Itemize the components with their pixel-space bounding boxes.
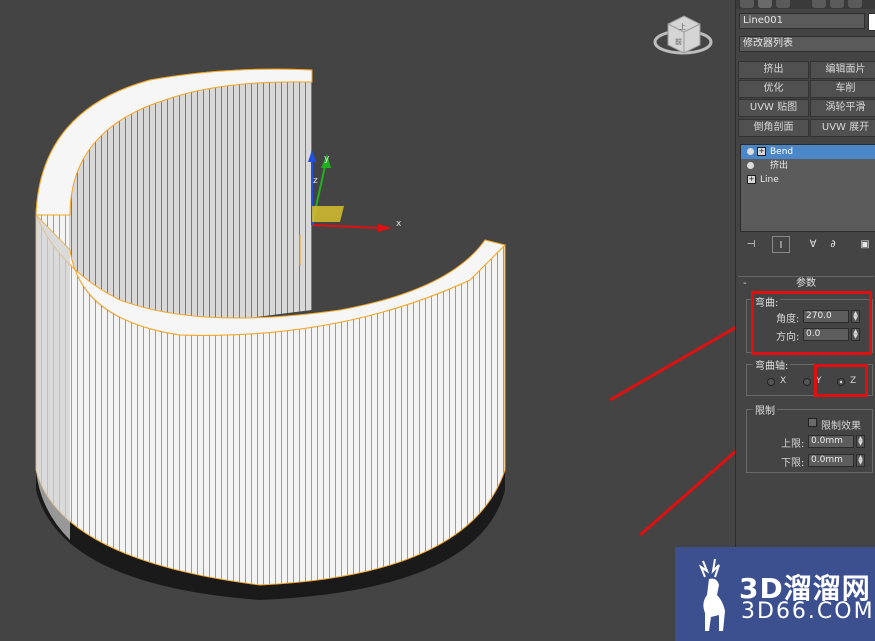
modifier-button-8[interactable]: UVW 展开	[810, 119, 875, 137]
stack-item-label: Line	[760, 175, 779, 185]
modifier-button-1[interactable]: 挤出	[738, 61, 809, 79]
modifier-stack[interactable]: + Bend 挤出 + Line	[740, 144, 875, 232]
highlight-bend-params	[751, 291, 872, 355]
axis-x-radio[interactable]	[767, 378, 775, 386]
show-end-result-icon[interactable]: I	[772, 236, 790, 253]
limit-effect-label: 限制效果	[821, 421, 861, 432]
modifier-button-6[interactable]: 涡轮平滑	[810, 99, 875, 117]
watermark-url: 3D66.COM	[741, 599, 875, 624]
bent-object[interactable]	[35, 68, 506, 600]
pin-stack-icon[interactable]: ⊣	[742, 236, 760, 253]
deer-logo-icon	[698, 558, 725, 631]
collapse-icon[interactable]: -	[743, 277, 747, 291]
stack-item-label: Bend	[770, 147, 794, 157]
stack-item-extrude[interactable]: 挤出	[741, 159, 875, 173]
watermark: 3D溜溜网 3D66.COM	[675, 547, 875, 641]
stack-item-bend[interactable]: + Bend	[741, 145, 875, 159]
gizmo-x-label: x	[396, 219, 402, 229]
params-rollout-header[interactable]: - 参数	[738, 276, 874, 291]
gizmo-y-label: y	[324, 154, 330, 164]
gizmo-z-label: z	[313, 176, 318, 186]
lower-limit-label: 下限:	[781, 458, 805, 469]
hierarchy-tab-icon[interactable]	[776, 0, 790, 8]
highlight-z-axis	[814, 364, 868, 397]
configure-modifier-sets-icon[interactable]: ▣	[856, 236, 874, 253]
create-tab-icon[interactable]	[740, 0, 754, 8]
modifier-button-5[interactable]: UVW 贴图	[738, 99, 809, 117]
stack-item-line[interactable]: + Line	[741, 173, 875, 187]
lower-limit-arrows[interactable]: ▲ ▼	[856, 454, 865, 467]
rollout-title: 参数	[796, 278, 816, 289]
motion-tab-icon[interactable]	[812, 0, 826, 8]
object-color-swatch[interactable]	[868, 13, 875, 31]
make-unique-icon[interactable]: ∀	[804, 236, 822, 253]
bend-axis-group-label: 弯曲轴:	[753, 357, 791, 372]
remove-modifier-icon[interactable]: ∂	[824, 236, 842, 253]
transform-gizmo[interactable]	[299, 150, 392, 265]
command-panel-tabs	[736, 0, 875, 9]
display-tab-icon[interactable]	[830, 0, 844, 8]
stack-item-label: 挤出	[770, 161, 789, 171]
modifier-button-7[interactable]: 倒角剖面	[738, 119, 809, 137]
modifier-button-2[interactable]: 编辑面片	[810, 61, 875, 79]
stack-toolbar: ⊣ I ∀ ∂ ▣	[740, 236, 875, 254]
upper-limit-arrows[interactable]: ▲ ▼	[856, 435, 865, 448]
upper-limit-label: 上限:	[781, 439, 805, 450]
annotation-arrows	[609, 326, 735, 537]
limit-effect-checkbox[interactable]	[808, 418, 817, 427]
lightbulb-icon[interactable]	[747, 148, 754, 155]
limits-group-label: 限制	[753, 402, 777, 417]
utilities-tab-icon[interactable]	[848, 0, 862, 8]
lightbulb-icon[interactable]	[747, 162, 754, 169]
modifier-list-dropdown[interactable]: 修改器列表	[739, 36, 875, 52]
viewport-perspective[interactable]: x y z 上 前	[0, 0, 735, 641]
upper-limit-field[interactable]: 0.0mm	[808, 435, 854, 448]
viewcube-top-label: 上	[679, 22, 686, 31]
axis-x-label: X	[780, 376, 787, 386]
modify-tab-icon[interactable]	[758, 0, 772, 8]
modifier-button-3[interactable]: 优化	[738, 80, 809, 98]
modifier-button-4[interactable]: 车削	[810, 80, 875, 98]
lower-limit-field[interactable]: 0.0mm	[808, 454, 854, 467]
object-name-field[interactable]: Line001	[739, 13, 865, 29]
viewcube-front-label: 前	[675, 37, 682, 46]
expand-icon[interactable]: +	[757, 147, 766, 156]
viewcube-icon[interactable]	[653, 15, 713, 55]
expand-icon[interactable]: +	[747, 175, 756, 184]
axis-y-radio[interactable]	[803, 378, 811, 386]
